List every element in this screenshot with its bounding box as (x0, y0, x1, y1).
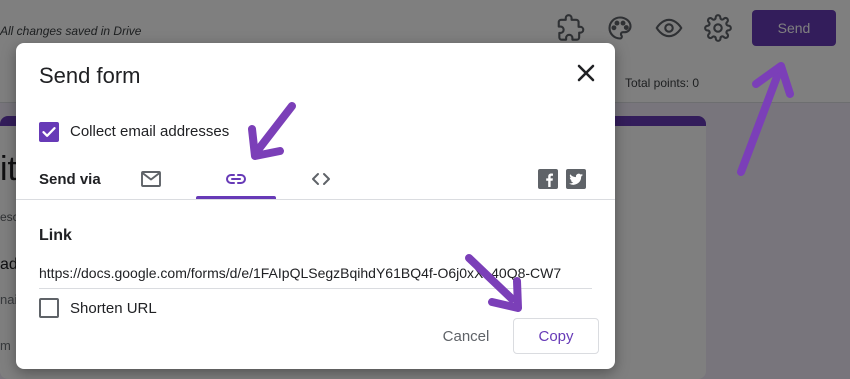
form-link-field[interactable]: https://docs.google.com/forms/d/e/1FAIpQ… (39, 265, 592, 281)
collect-email-label: Collect email addresses (70, 123, 230, 140)
dialog-title: Send form (39, 63, 141, 88)
send-via-label: Send via (39, 171, 101, 188)
tabs-divider (16, 199, 615, 200)
facebook-icon[interactable] (538, 169, 558, 189)
copy-button[interactable]: Copy (513, 318, 599, 354)
shorten-url-checkbox[interactable] (39, 298, 59, 318)
tab-embed[interactable] (281, 159, 361, 199)
twitter-icon[interactable] (566, 169, 586, 189)
close-icon[interactable] (572, 59, 600, 87)
link-section-label: Link (39, 227, 72, 244)
tab-link[interactable] (196, 159, 276, 199)
cancel-button[interactable]: Cancel (427, 319, 505, 353)
send-form-dialog: Send form Collect email addresses Send v… (16, 43, 615, 369)
tab-email[interactable] (111, 159, 191, 199)
shorten-url-label: Shorten URL (70, 300, 157, 317)
link-field-underline (39, 288, 592, 289)
collect-email-checkbox[interactable] (39, 122, 59, 142)
